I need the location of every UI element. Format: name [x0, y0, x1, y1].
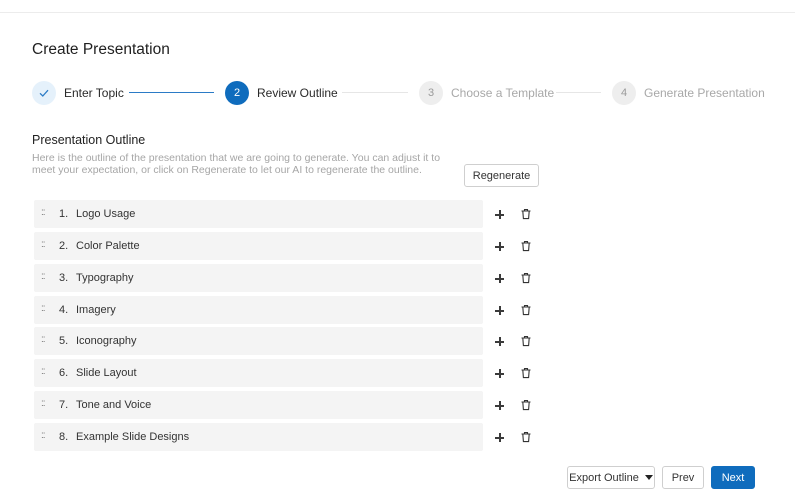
check-icon [32, 80, 56, 105]
item-label: Example Slide Designs [76, 431, 190, 443]
drag-handle-icon[interactable]: :: [41, 271, 45, 282]
outline-item[interactable]: :: 4. Imagery [34, 296, 483, 324]
item-label: Color Palette [76, 240, 140, 252]
step-connector [129, 92, 214, 93]
item-number: 4. [59, 304, 69, 316]
item-label: Imagery [76, 304, 116, 316]
step-review-outline[interactable]: 2 Review Outline [225, 80, 338, 105]
item-number: 3. [59, 272, 69, 284]
add-icon[interactable] [494, 305, 506, 317]
item-number: 6. [59, 367, 69, 379]
outline-item[interactable]: :: 5. Iconography [34, 327, 483, 355]
step-number: 3 [419, 80, 443, 105]
item-label: Iconography [76, 335, 137, 347]
regenerate-button[interactable]: Regenerate [464, 164, 539, 187]
add-icon[interactable] [494, 273, 506, 285]
trash-icon[interactable] [520, 335, 532, 347]
item-label: Slide Layout [76, 367, 137, 379]
add-icon[interactable] [494, 336, 506, 348]
outline-item[interactable]: :: 8. Example Slide Designs [34, 423, 483, 451]
item-label: Typography [76, 272, 134, 284]
add-icon[interactable] [494, 209, 506, 221]
drag-handle-icon[interactable]: :: [41, 430, 45, 441]
outline-item[interactable]: :: 1. Logo Usage [34, 200, 483, 228]
export-outline-button[interactable]: Export Outline [567, 466, 655, 489]
item-number: 7. [59, 399, 69, 411]
step-choose-template[interactable]: 3 Choose a Template [419, 80, 554, 105]
add-icon[interactable] [494, 400, 506, 412]
trash-icon[interactable] [520, 399, 532, 411]
step-number: 2 [225, 80, 249, 105]
step-label: Review Outline [257, 85, 338, 100]
drag-handle-icon[interactable]: :: [41, 207, 45, 218]
export-outline-label: Export Outline [569, 471, 639, 484]
outline-item[interactable]: :: 3. Typography [34, 264, 483, 292]
trash-icon[interactable] [520, 431, 532, 443]
page-title: Create Presentation [32, 41, 170, 58]
step-connector [342, 92, 408, 93]
add-icon[interactable] [494, 432, 506, 444]
item-number: 2. [59, 240, 69, 252]
step-generate-presentation[interactable]: 4 Generate Presentation [612, 80, 765, 105]
step-number: 4 [612, 80, 636, 105]
outline-description: Here is the outline of the presentation … [32, 152, 441, 176]
outline-item[interactable]: :: 6. Slide Layout [34, 359, 483, 387]
drag-handle-icon[interactable]: :: [41, 366, 45, 377]
step-enter-topic[interactable]: Enter Topic [32, 80, 124, 105]
drag-handle-icon[interactable]: :: [41, 239, 45, 250]
step-label: Generate Presentation [644, 85, 765, 100]
add-icon[interactable] [494, 368, 506, 380]
add-icon[interactable] [494, 241, 506, 253]
outline-item[interactable]: :: 2. Color Palette [34, 232, 483, 260]
drag-handle-icon[interactable]: :: [41, 398, 45, 409]
trash-icon[interactable] [520, 272, 532, 284]
item-number: 8. [59, 431, 69, 443]
step-label: Choose a Template [451, 85, 555, 100]
outline-item[interactable]: :: 7. Tone and Voice [34, 391, 483, 419]
step-label: Enter Topic [64, 85, 124, 100]
section-title: Presentation Outline [32, 133, 146, 147]
trash-icon[interactable] [520, 367, 532, 379]
step-connector [556, 92, 601, 93]
next-button[interactable]: Next [711, 466, 755, 489]
trash-icon[interactable] [520, 304, 532, 316]
trash-icon[interactable] [520, 240, 532, 252]
item-number: 5. [59, 335, 69, 347]
top-divider [0, 12, 795, 13]
item-label: Logo Usage [76, 208, 136, 220]
drag-handle-icon[interactable]: :: [41, 303, 45, 314]
trash-icon[interactable] [520, 208, 532, 220]
drag-handle-icon[interactable]: :: [41, 334, 45, 345]
caret-down-icon [644, 475, 653, 480]
item-label: Tone and Voice [76, 399, 152, 411]
prev-button[interactable]: Prev [662, 466, 704, 489]
item-number: 1. [59, 208, 69, 220]
